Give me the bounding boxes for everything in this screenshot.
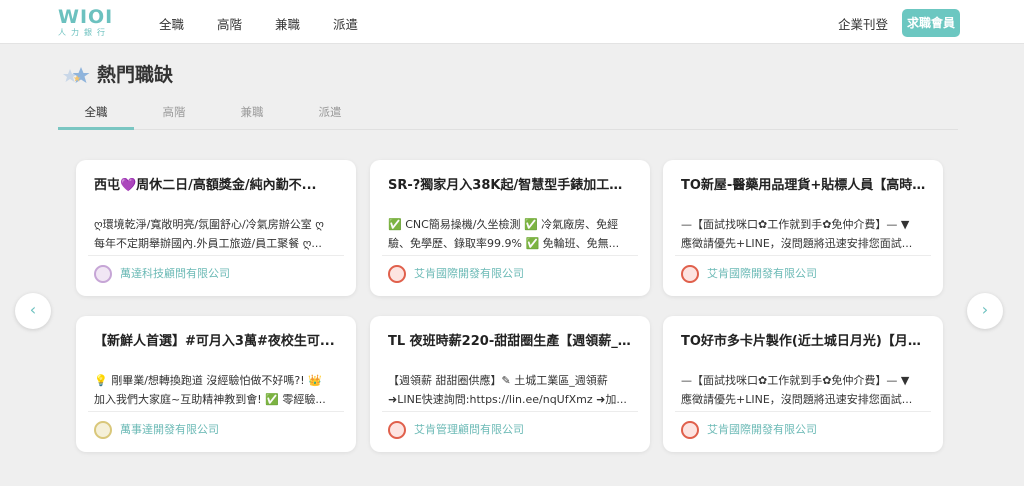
job-desc-line: ➜LINE快速詢問:https://lin.ee/nqUfXmz ➜加... bbox=[388, 393, 627, 406]
company-link[interactable]: 艾肯管理顧問有限公司 bbox=[388, 420, 524, 440]
top-header: WIOI 人力銀行 全職 高階 兼職 派遣 企業刊登 求職會員 bbox=[0, 0, 1024, 44]
tab-fulltime[interactable]: 全職 bbox=[58, 104, 134, 120]
job-card[interactable]: TO好市多卡片製作(近土城日月光)【月可... —【面試找咪口✿工作就到手✿免仲… bbox=[663, 316, 943, 452]
nav-parttime[interactable]: 兼職 bbox=[275, 14, 300, 33]
job-desc-line: —【面試找咪口✿工作就到手✿免仲介費】— ▼ bbox=[681, 218, 910, 231]
company-link[interactable]: 萬事達開發有限公司 bbox=[94, 420, 219, 440]
job-desc-line: 驗、免學歷、錄取率99.9% ✅ 免輪班、免無... bbox=[388, 237, 620, 250]
tab-active-indicator bbox=[58, 127, 134, 130]
company-name: 艾肯國際開發有限公司 bbox=[707, 423, 817, 436]
nav-senior[interactable]: 高階 bbox=[217, 14, 242, 33]
job-desc-line: 應徵請優先+LINE，沒問題將迅速安排您面試... bbox=[681, 393, 913, 406]
job-desc-line: 💡 剛畢業/想轉換跑道 沒經驗怕做不好嗎?! 👑 bbox=[94, 374, 322, 387]
company-link[interactable]: 萬達科技顧問有限公司 bbox=[94, 264, 230, 284]
job-description: 【週領薪 甜甜圈供應】✎ 土城工業區_週領薪 ➜LINE快速詢問:https:/… bbox=[388, 371, 634, 409]
nav-dispatch[interactable]: 派遣 bbox=[333, 14, 358, 33]
company-link[interactable]: 艾肯國際開發有限公司 bbox=[388, 264, 524, 284]
job-description: —【面試找咪口✿工作就到手✿免仲介費】— ▼ 應徵請優先+LINE，沒問題將迅速… bbox=[681, 215, 927, 253]
job-desc-line: ✅ CNC簡易操機/久坐檢測 ✅ 冷氣廠房、免經 bbox=[388, 218, 619, 231]
job-card[interactable]: TL 夜班時薪220-甜甜圈生產【週領薪_長... 【週領薪 甜甜圈供應】✎ 土… bbox=[370, 316, 650, 452]
enterprise-link[interactable]: 企業刊登 bbox=[838, 14, 888, 33]
job-description: ✅ CNC簡易操機/久坐檢測 ✅ 冷氣廠房、免經 驗、免學歷、錄取率99.9% … bbox=[388, 215, 634, 253]
job-desc-line: 加入我們大家庭~互助精神教到會! ✅ 零經驗... bbox=[94, 393, 326, 406]
chevron-right-icon: › bbox=[981, 300, 989, 319]
logo-subtext: 人力銀行 bbox=[58, 28, 110, 37]
member-button[interactable]: 求職會員 bbox=[902, 9, 960, 37]
company-name: 艾肯國際開發有限公司 bbox=[707, 267, 817, 280]
nav-fulltime[interactable]: 全職 bbox=[159, 14, 184, 33]
company-name: 艾肯管理顧問有限公司 bbox=[414, 423, 524, 436]
card-divider bbox=[675, 255, 931, 256]
section-title: 熱門職缺 bbox=[97, 64, 174, 86]
tab-parttime[interactable]: 兼職 bbox=[214, 104, 290, 120]
job-title[interactable]: 西屯💜周休二日/高額獎金/純內勤不... bbox=[94, 174, 340, 193]
job-card[interactable]: TO新屋-醫藥用品理貨+貼標人員【高時薪... —【面試找咪口✿工作就到手✿免仲… bbox=[663, 160, 943, 296]
company-logo-icon bbox=[388, 421, 406, 439]
job-desc-line: 應徵請優先+LINE，沒問題將迅速安排您面試... bbox=[681, 237, 913, 250]
job-card[interactable]: 西屯💜周休二日/高額獎金/純內勤不... ღ環境乾淨/寬敞明亮/氛圍舒心/冷氣房… bbox=[76, 160, 356, 296]
company-logo-icon bbox=[94, 421, 112, 439]
job-desc-line: 每年不定期舉辦國內.外員工旅遊/員工聚餐 ღ... bbox=[94, 237, 322, 250]
next-arrow-button[interactable]: › bbox=[967, 293, 1003, 329]
job-desc-line: —【面試找咪口✿工作就到手✿免仲介費】— ▼ bbox=[681, 374, 910, 387]
job-title[interactable]: 【新鮮人首選】#可月入3萬#夜校生可... bbox=[94, 330, 340, 349]
job-desc-line: ღ環境乾淨/寬敞明亮/氛圍舒心/冷氣房辦公室 ღ bbox=[94, 218, 324, 231]
job-title[interactable]: TO好市多卡片製作(近土城日月光)【月可... bbox=[681, 330, 927, 349]
company-logo-icon bbox=[681, 265, 699, 283]
chevron-left-icon: ‹ bbox=[29, 300, 37, 319]
company-logo-icon bbox=[94, 265, 112, 283]
job-description: ღ環境乾淨/寬敞明亮/氛圍舒心/冷氣房辦公室 ღ 每年不定期舉辦國內.外員工旅遊… bbox=[94, 215, 340, 253]
prev-arrow-button[interactable]: ‹ bbox=[15, 293, 51, 329]
card-divider bbox=[88, 411, 344, 412]
company-name: 萬達科技顧問有限公司 bbox=[120, 267, 230, 280]
tab-dispatch[interactable]: 派遣 bbox=[292, 104, 368, 120]
job-card[interactable]: 【新鮮人首選】#可月入3萬#夜校生可... 💡 剛畢業/想轉換跑道 沒經驗怕做不… bbox=[76, 316, 356, 452]
tab-senior[interactable]: 高階 bbox=[136, 104, 212, 120]
job-title[interactable]: SR-?獨家月入38K起/智慧型手錶加工作... bbox=[388, 174, 634, 193]
job-description: —【面試找咪口✿工作就到手✿免仲介費】— ▼ 應徵請優先+LINE，沒問題將迅速… bbox=[681, 371, 927, 409]
card-divider bbox=[382, 411, 638, 412]
tab-divider bbox=[58, 129, 958, 130]
company-name: 艾肯國際開發有限公司 bbox=[414, 267, 524, 280]
job-card[interactable]: SR-?獨家月入38K起/智慧型手錶加工作... ✅ CNC簡易操機/久坐檢測 … bbox=[370, 160, 650, 296]
card-divider bbox=[675, 411, 931, 412]
company-link[interactable]: 艾肯國際開發有限公司 bbox=[681, 420, 817, 440]
stars-icon bbox=[63, 67, 90, 83]
site-logo[interactable]: WIOI 人力銀行 bbox=[58, 8, 116, 38]
company-name: 萬事達開發有限公司 bbox=[120, 423, 219, 436]
card-divider bbox=[88, 255, 344, 256]
company-logo-icon bbox=[388, 265, 406, 283]
job-description: 💡 剛畢業/想轉換跑道 沒經驗怕做不好嗎?! 👑 加入我們大家庭~互助精神教到會… bbox=[94, 371, 340, 409]
job-desc-line: 【週領薪 甜甜圈供應】✎ 土城工業區_週領薪 bbox=[388, 374, 608, 387]
company-link[interactable]: 艾肯國際開發有限公司 bbox=[681, 264, 817, 284]
job-title[interactable]: TL 夜班時薪220-甜甜圈生產【週領薪_長... bbox=[388, 330, 634, 349]
company-logo-icon bbox=[681, 421, 699, 439]
card-divider bbox=[382, 255, 638, 256]
job-title[interactable]: TO新屋-醫藥用品理貨+貼標人員【高時薪... bbox=[681, 174, 927, 193]
logo-text: WIOI bbox=[58, 6, 114, 28]
